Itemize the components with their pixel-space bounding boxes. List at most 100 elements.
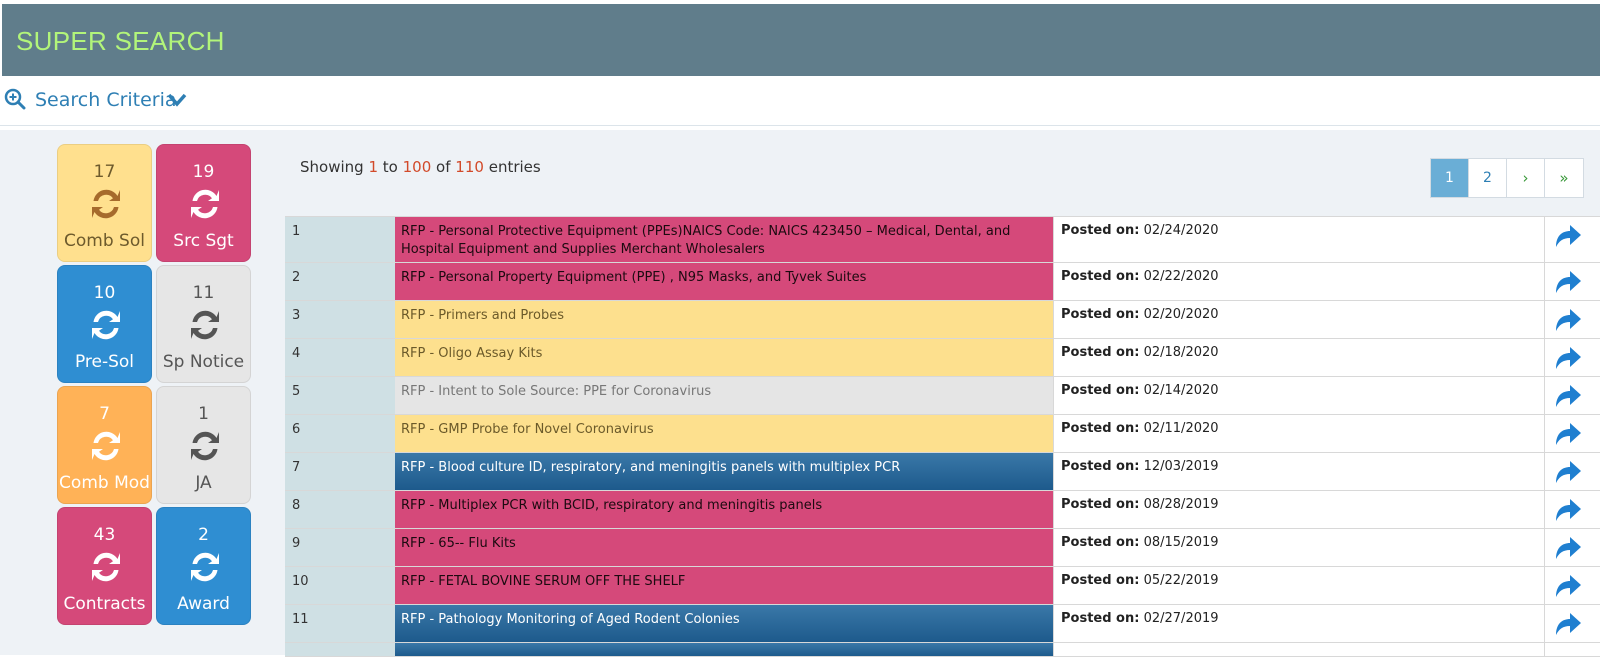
- row-title[interactable]: RFP - GMP Probe for Novel Coronavirus: [395, 415, 1053, 452]
- table-row[interactable]: 4 RFP - Oligo Assay Kits Posted on: 02/1…: [285, 339, 1600, 377]
- entries-from: 1: [368, 158, 378, 176]
- posted-label: Posted on:: [1061, 269, 1140, 284]
- table-row[interactable]: 6 RFP - GMP Probe for Novel Coronavirus …: [285, 415, 1600, 453]
- open-button[interactable]: [1545, 453, 1600, 490]
- tile-count: 11: [192, 283, 215, 303]
- app-header: SUPER SEARCH: [2, 4, 1600, 76]
- posted-label: Posted on:: [1061, 307, 1140, 322]
- row-title[interactable]: RFP - Personal Property Equipment (PPE) …: [395, 263, 1053, 300]
- table-row[interactable]: 3 RFP - Primers and Probes Posted on: 02…: [285, 301, 1600, 339]
- row-posted: Posted on: 05/22/2019: [1053, 567, 1545, 604]
- category-tile-src-sgt[interactable]: 19 Src Sgt: [156, 144, 251, 262]
- category-tile-comb-mod[interactable]: 7 Comb Mod: [57, 386, 152, 504]
- category-tile-comb-sol[interactable]: 17 Comb Sol: [57, 144, 152, 262]
- entries-prefix: Showing: [300, 158, 364, 176]
- posted-label: Posted on:: [1061, 611, 1140, 626]
- refresh-icon: [191, 552, 219, 582]
- open-button[interactable]: [1545, 643, 1600, 656]
- row-title[interactable]: RFP - Blood culture ID, respiratory, and…: [395, 453, 1053, 490]
- category-tile-contracts[interactable]: 43 Contracts: [57, 507, 152, 625]
- table-row[interactable]: 1 RFP - Personal Protective Equipment (P…: [285, 217, 1600, 263]
- open-button[interactable]: [1545, 301, 1600, 338]
- row-title[interactable]: RFP - Multiplex PCR with BCID, respirato…: [395, 491, 1053, 528]
- posted-label: Posted on:: [1061, 573, 1140, 588]
- posted-label: Posted on:: [1061, 535, 1140, 550]
- search-criteria-toggle[interactable]: Search Criteria: [0, 76, 1600, 126]
- category-tile-ja[interactable]: 1 JA: [156, 386, 251, 504]
- table-row[interactable]: 11 RFP - Pathology Monitoring of Aged Ro…: [285, 605, 1600, 643]
- open-button[interactable]: [1545, 529, 1600, 566]
- row-title[interactable]: RFP - Oligo Assay Kits: [395, 339, 1053, 376]
- share-arrow-icon: [1556, 461, 1581, 483]
- refresh-icon: [92, 189, 120, 219]
- tile-count: 2: [198, 525, 209, 545]
- row-posted: Posted on: 02/18/2020: [1053, 339, 1545, 376]
- posted-label: Posted on:: [1061, 383, 1140, 398]
- entries-to: 100: [402, 158, 432, 176]
- table-row[interactable]: 10 RFP - FETAL BOVINE SERUM OFF THE SHEL…: [285, 567, 1600, 605]
- table-row[interactable]: 7 RFP - Blood culture ID, respiratory, a…: [285, 453, 1600, 491]
- refresh-icon: [191, 189, 219, 219]
- category-tile-pre-sol[interactable]: 10 Pre-Sol: [57, 265, 152, 383]
- chevron-down-icon: [167, 93, 187, 107]
- share-arrow-icon: [1556, 225, 1581, 247]
- posted-date: 02/14/2020: [1143, 383, 1219, 398]
- posted-label: Posted on:: [1061, 459, 1140, 474]
- row-title[interactable]: RFP - Primers and Probes: [395, 301, 1053, 338]
- row-title[interactable]: [395, 643, 1053, 656]
- row-number: 9: [285, 529, 395, 566]
- open-button[interactable]: [1545, 491, 1600, 528]
- page-2-button[interactable]: 2: [1469, 159, 1507, 197]
- posted-date: 05/22/2019: [1143, 573, 1219, 588]
- refresh-icon: [191, 310, 219, 340]
- posted-label: Posted on:: [1061, 497, 1140, 512]
- table-row[interactable]: 9 RFP - 65-- Flu Kits Posted on: 08/15/2…: [285, 529, 1600, 567]
- row-title[interactable]: RFP - FETAL BOVINE SERUM OFF THE SHELF: [395, 567, 1053, 604]
- next-page-button[interactable]: ›: [1507, 159, 1545, 197]
- table-row[interactable]: 2 RFP - Personal Property Equipment (PPE…: [285, 263, 1600, 301]
- row-number: 7: [285, 453, 395, 490]
- share-arrow-icon: [1556, 499, 1581, 521]
- tile-label: Comb Mod: [59, 473, 150, 493]
- row-number: 8: [285, 491, 395, 528]
- row-posted: Posted on: 02/24/2020: [1053, 217, 1545, 262]
- open-button[interactable]: [1545, 567, 1600, 604]
- posted-label: Posted on:: [1061, 345, 1140, 360]
- tile-count: 1: [198, 404, 209, 424]
- open-button[interactable]: [1545, 377, 1600, 414]
- category-tile-award[interactable]: 2 Award: [156, 507, 251, 625]
- posted-date: 02/27/2019: [1143, 611, 1219, 626]
- share-arrow-icon: [1556, 385, 1581, 407]
- row-posted: [1053, 643, 1545, 656]
- row-posted: Posted on: 02/27/2019: [1053, 605, 1545, 642]
- page-1-button[interactable]: 1: [1431, 159, 1469, 197]
- category-tile-sp-notice[interactable]: 11 Sp Notice: [156, 265, 251, 383]
- last-page-button[interactable]: »: [1545, 159, 1583, 197]
- row-title[interactable]: RFP - Pathology Monitoring of Aged Roden…: [395, 605, 1053, 642]
- tile-label: Contracts: [63, 594, 146, 614]
- open-button[interactable]: [1545, 263, 1600, 300]
- page-title: SUPER SEARCH: [16, 26, 225, 56]
- table-row[interactable]: 8 RFP - Multiplex PCR with BCID, respira…: [285, 491, 1600, 529]
- table-row[interactable]: 5 RFP - Intent to Sole Source: PPE for C…: [285, 377, 1600, 415]
- tile-count: 17: [93, 162, 116, 182]
- row-title[interactable]: RFP - Intent to Sole Source: PPE for Cor…: [395, 377, 1053, 414]
- tile-label: JA: [195, 473, 212, 493]
- posted-date: 12/03/2019: [1143, 459, 1219, 474]
- open-button[interactable]: [1545, 217, 1600, 262]
- row-title[interactable]: RFP - 65-- Flu Kits: [395, 529, 1053, 566]
- open-button[interactable]: [1545, 339, 1600, 376]
- results-table: 1 RFP - Personal Protective Equipment (P…: [285, 216, 1600, 657]
- row-number: 3: [285, 301, 395, 338]
- row-posted: Posted on: 02/22/2020: [1053, 263, 1545, 300]
- posted-label: Posted on:: [1061, 223, 1140, 238]
- entries-summary: Showing 1 to 100 of 110 entries: [300, 158, 541, 176]
- search-criteria-label: Search Criteria: [35, 89, 177, 111]
- row-title[interactable]: RFP - Personal Protective Equipment (PPE…: [395, 217, 1053, 262]
- refresh-icon: [92, 552, 120, 582]
- tile-label: Comb Sol: [64, 231, 145, 251]
- open-button[interactable]: [1545, 605, 1600, 642]
- row-number: 10: [285, 567, 395, 604]
- row-posted: Posted on: 02/20/2020: [1053, 301, 1545, 338]
- open-button[interactable]: [1545, 415, 1600, 452]
